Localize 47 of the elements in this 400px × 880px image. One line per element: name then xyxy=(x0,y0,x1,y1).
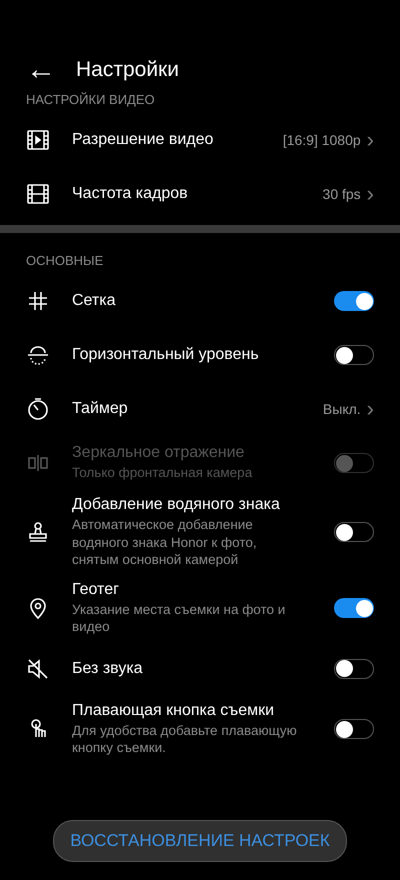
settings-row[interactable]: Горизонтальный уровень xyxy=(0,328,400,382)
setting-description: Только фронтальная камера xyxy=(72,464,254,482)
settings-row[interactable]: Таймер Выкл. › xyxy=(0,382,400,436)
settings-row[interactable]: Разрешение видео [16:9] 1080p › xyxy=(0,113,400,167)
settings-row[interactable]: Без звука xyxy=(0,642,400,696)
film-play-icon xyxy=(26,128,50,152)
settings-row[interactable]: Геотег Указание места съемки на фото и видео xyxy=(0,574,400,642)
setting-value: [16:9] 1080p xyxy=(282,132,361,148)
timer-icon xyxy=(26,397,50,421)
grid-icon xyxy=(26,289,50,313)
toggle-switch[interactable] xyxy=(334,345,374,365)
setting-label: Зеркальное отражение xyxy=(72,444,246,462)
setting-description: Для удобства добавьте плавающую кнопку съемки. xyxy=(72,722,298,757)
back-button[interactable]: ← xyxy=(26,55,56,85)
setting-label: Таймер xyxy=(72,400,129,418)
film-strip-icon xyxy=(26,182,50,206)
settings-row[interactable]: Частота кадров 30 fps › xyxy=(0,167,400,221)
toggle-switch[interactable] xyxy=(334,598,374,618)
section-header: ОСНОВНЫЕ xyxy=(25,253,104,268)
setting-label: Геотег xyxy=(72,580,120,599)
setting-value: Выкл. xyxy=(322,401,361,417)
chevron-icon: › xyxy=(366,129,374,151)
settings-row[interactable]: Сетка xyxy=(0,274,400,328)
reset-settings-button[interactable]: ВОССТАНОВЛЕНИЕ НАСТРОЕК xyxy=(53,820,347,862)
section-header: НАСТРОЙКИ ВИДЕО xyxy=(25,92,156,107)
setting-label: Без звука xyxy=(72,660,144,678)
setting-description: Указание места съемки на фото и видео xyxy=(72,600,286,636)
toggle-switch[interactable] xyxy=(334,658,374,679)
settings-row[interactable]: Плавающая кнопка съемки Для удобства добавьте плавающую кнопку съемки. xyxy=(0,696,400,763)
setting-label: Частота кадров xyxy=(72,185,189,203)
setting-value: 30 fps xyxy=(322,186,361,202)
setting-label: Сетка xyxy=(72,292,116,310)
toggle-switch[interactable] xyxy=(334,719,374,740)
chevron-icon: › xyxy=(366,398,374,420)
setting-description: Автоматическое добавление водяного знака Honor к фото, снятым основной камерой xyxy=(72,516,258,569)
settings-row[interactable]: Добавление водяного знака Автоматическое добавление водяного знака Honor к фото, снятым основной камерой xyxy=(0,490,400,575)
setting-label: Добавление водяного знака xyxy=(72,496,281,514)
chevron-icon: › xyxy=(366,183,374,205)
setting-label: Разрешение видео xyxy=(72,131,214,149)
mute-icon xyxy=(26,656,50,681)
setting-label: Плавающая кнопка съемки xyxy=(72,702,276,720)
toggle-switch[interactable] xyxy=(334,522,374,542)
level-icon xyxy=(26,343,50,367)
toggle-switch[interactable] xyxy=(334,291,374,311)
setting-label: Горизонтальный уровень xyxy=(72,346,260,364)
page-title: Настройки xyxy=(76,58,179,82)
stamp-icon xyxy=(26,520,50,544)
